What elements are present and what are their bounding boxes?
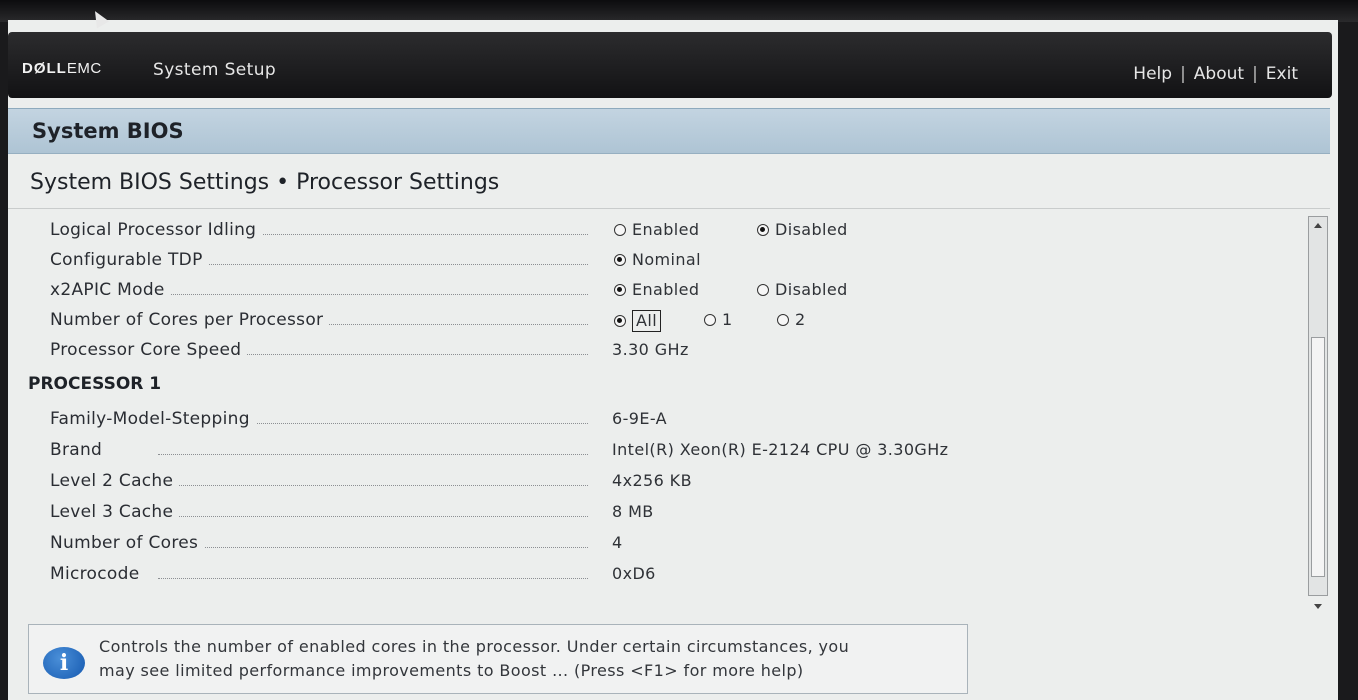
leader-dots	[158, 294, 588, 295]
option-label: 2	[795, 310, 806, 329]
option-nominal[interactable]: Nominal	[614, 250, 701, 269]
setting-label: Number of Cores per Processor	[50, 310, 330, 330]
info-label: Family-Model-Stepping	[50, 409, 256, 429]
link-separator: |	[1252, 64, 1258, 84]
option-enabled[interactable]: Enabled	[614, 280, 699, 299]
setting-configurable-tdp: Configurable TDP Nominal	[8, 246, 1298, 274]
option-disabled[interactable]: Disabled	[757, 220, 848, 239]
option-label: Enabled	[632, 220, 700, 239]
info-row-family-model-stepping: Family-Model-Stepping 6-9E-A	[8, 405, 1298, 433]
about-link[interactable]: About	[1194, 64, 1244, 84]
setting-value: 3.30 GHz	[612, 340, 689, 359]
option-label: 1	[722, 310, 733, 329]
option-2[interactable]: 2	[777, 310, 806, 329]
info-row-number-of-cores: Number of Cores 4	[8, 529, 1298, 557]
info-label: Microcode	[50, 564, 146, 584]
link-separator: |	[1180, 64, 1186, 84]
help-link[interactable]: Help	[1133, 64, 1172, 84]
option-label: Nominal	[632, 250, 701, 269]
option-label: Disabled	[775, 280, 848, 299]
info-label: Level 2 Cache	[50, 471, 180, 491]
option-label: Disabled	[775, 220, 848, 239]
radio-unchecked-icon	[614, 223, 626, 236]
option-1[interactable]: 1	[704, 310, 733, 329]
setting-logical-processor-idling: Logical Processor Idling Enabled Disable…	[8, 216, 1298, 244]
leader-dots	[158, 485, 588, 486]
settings-list: Logical Processor Idling Enabled Disable…	[8, 210, 1304, 600]
option-enabled[interactable]: Enabled	[614, 220, 699, 239]
info-value: 8 MB	[612, 502, 654, 521]
option-label: All	[632, 310, 662, 332]
leader-dots	[158, 578, 588, 579]
radio-checked-icon	[614, 253, 626, 266]
section-title: System BIOS	[32, 119, 184, 143]
scroll-up-arrow-icon[interactable]	[1314, 223, 1322, 228]
info-row-brand: Brand Intel(R) Xeon(R) E-2124 CPU @ 3.30…	[8, 436, 1298, 464]
help-panel: i Controls the number of enabled cores i…	[28, 624, 968, 694]
info-label: Level 3 Cache	[50, 502, 180, 522]
help-text: Controls the number of enabled cores in …	[99, 635, 959, 683]
logo-dell: DØLL	[22, 60, 67, 77]
info-value: 0xD6	[612, 564, 656, 583]
setting-label: Configurable TDP	[50, 250, 209, 270]
logo-emc: EMC	[66, 60, 102, 77]
info-row-level-3-cache: Level 3 Cache 8 MB	[8, 498, 1298, 526]
radio-unchecked-icon	[777, 313, 789, 326]
radio-checked-icon	[614, 315, 626, 327]
scroll-down-arrow-icon[interactable]	[1314, 604, 1322, 609]
dell-emc-logo: DØLLEMC	[22, 60, 102, 77]
leader-dots	[158, 516, 588, 517]
radio-unchecked-icon	[704, 313, 716, 326]
exit-link[interactable]: Exit	[1266, 64, 1298, 84]
setting-core-speed: Processor Core Speed 3.30 GHz	[8, 336, 1298, 364]
info-row-microcode: Microcode 0xD6	[8, 560, 1298, 588]
setting-x2apic-mode: x2APIC Mode Enabled Disabled	[8, 276, 1298, 304]
info-value: 6-9E-A	[612, 409, 668, 428]
help-line-2: may see limited performance improvements…	[99, 661, 804, 680]
leader-dots	[158, 547, 588, 548]
option-disabled[interactable]: Disabled	[757, 280, 848, 299]
processor-heading: PROCESSOR 1	[28, 374, 162, 394]
info-label: Brand	[50, 440, 109, 460]
divider	[8, 208, 1330, 209]
info-label: Number of Cores	[50, 533, 205, 553]
radio-unchecked-icon	[757, 283, 769, 296]
vertical-scrollbar[interactable]	[1308, 216, 1328, 609]
info-value: 4x256 KB	[612, 471, 692, 490]
bios-screen: DØLLEMC System Setup Help | About | Exit…	[8, 20, 1338, 700]
info-value: Intel(R) Xeon(R) E-2124 CPU @ 3.30GHz	[612, 440, 949, 459]
info-icon: i	[43, 647, 85, 679]
info-row-level-2-cache: Level 2 Cache 4x256 KB	[8, 467, 1298, 495]
scrollbar-thumb[interactable]	[1311, 337, 1325, 577]
option-label: Enabled	[632, 280, 700, 299]
setting-cores-per-processor: Number of Cores per Processor All 1 2	[8, 306, 1298, 334]
info-value: 4	[612, 533, 623, 552]
page-title: System BIOS Settings • Processor Setting…	[30, 170, 500, 195]
monitor-bezel	[0, 0, 1358, 22]
radio-checked-icon	[757, 223, 769, 236]
leader-dots	[158, 264, 588, 265]
setting-label: Logical Processor Idling	[50, 220, 263, 240]
section-band: System BIOS	[8, 108, 1330, 154]
help-line-1: Controls the number of enabled cores in …	[99, 637, 850, 656]
setting-label: Processor Core Speed	[50, 340, 248, 360]
app-title: System Setup	[153, 60, 277, 80]
header-bar: DØLLEMC System Setup Help | About | Exit	[8, 32, 1332, 98]
radio-checked-icon	[614, 283, 626, 296]
leader-dots	[158, 454, 588, 455]
option-all[interactable]: All	[614, 310, 662, 332]
setting-label: x2APIC Mode	[50, 280, 171, 300]
header-links: Help | About | Exit	[1133, 64, 1298, 84]
